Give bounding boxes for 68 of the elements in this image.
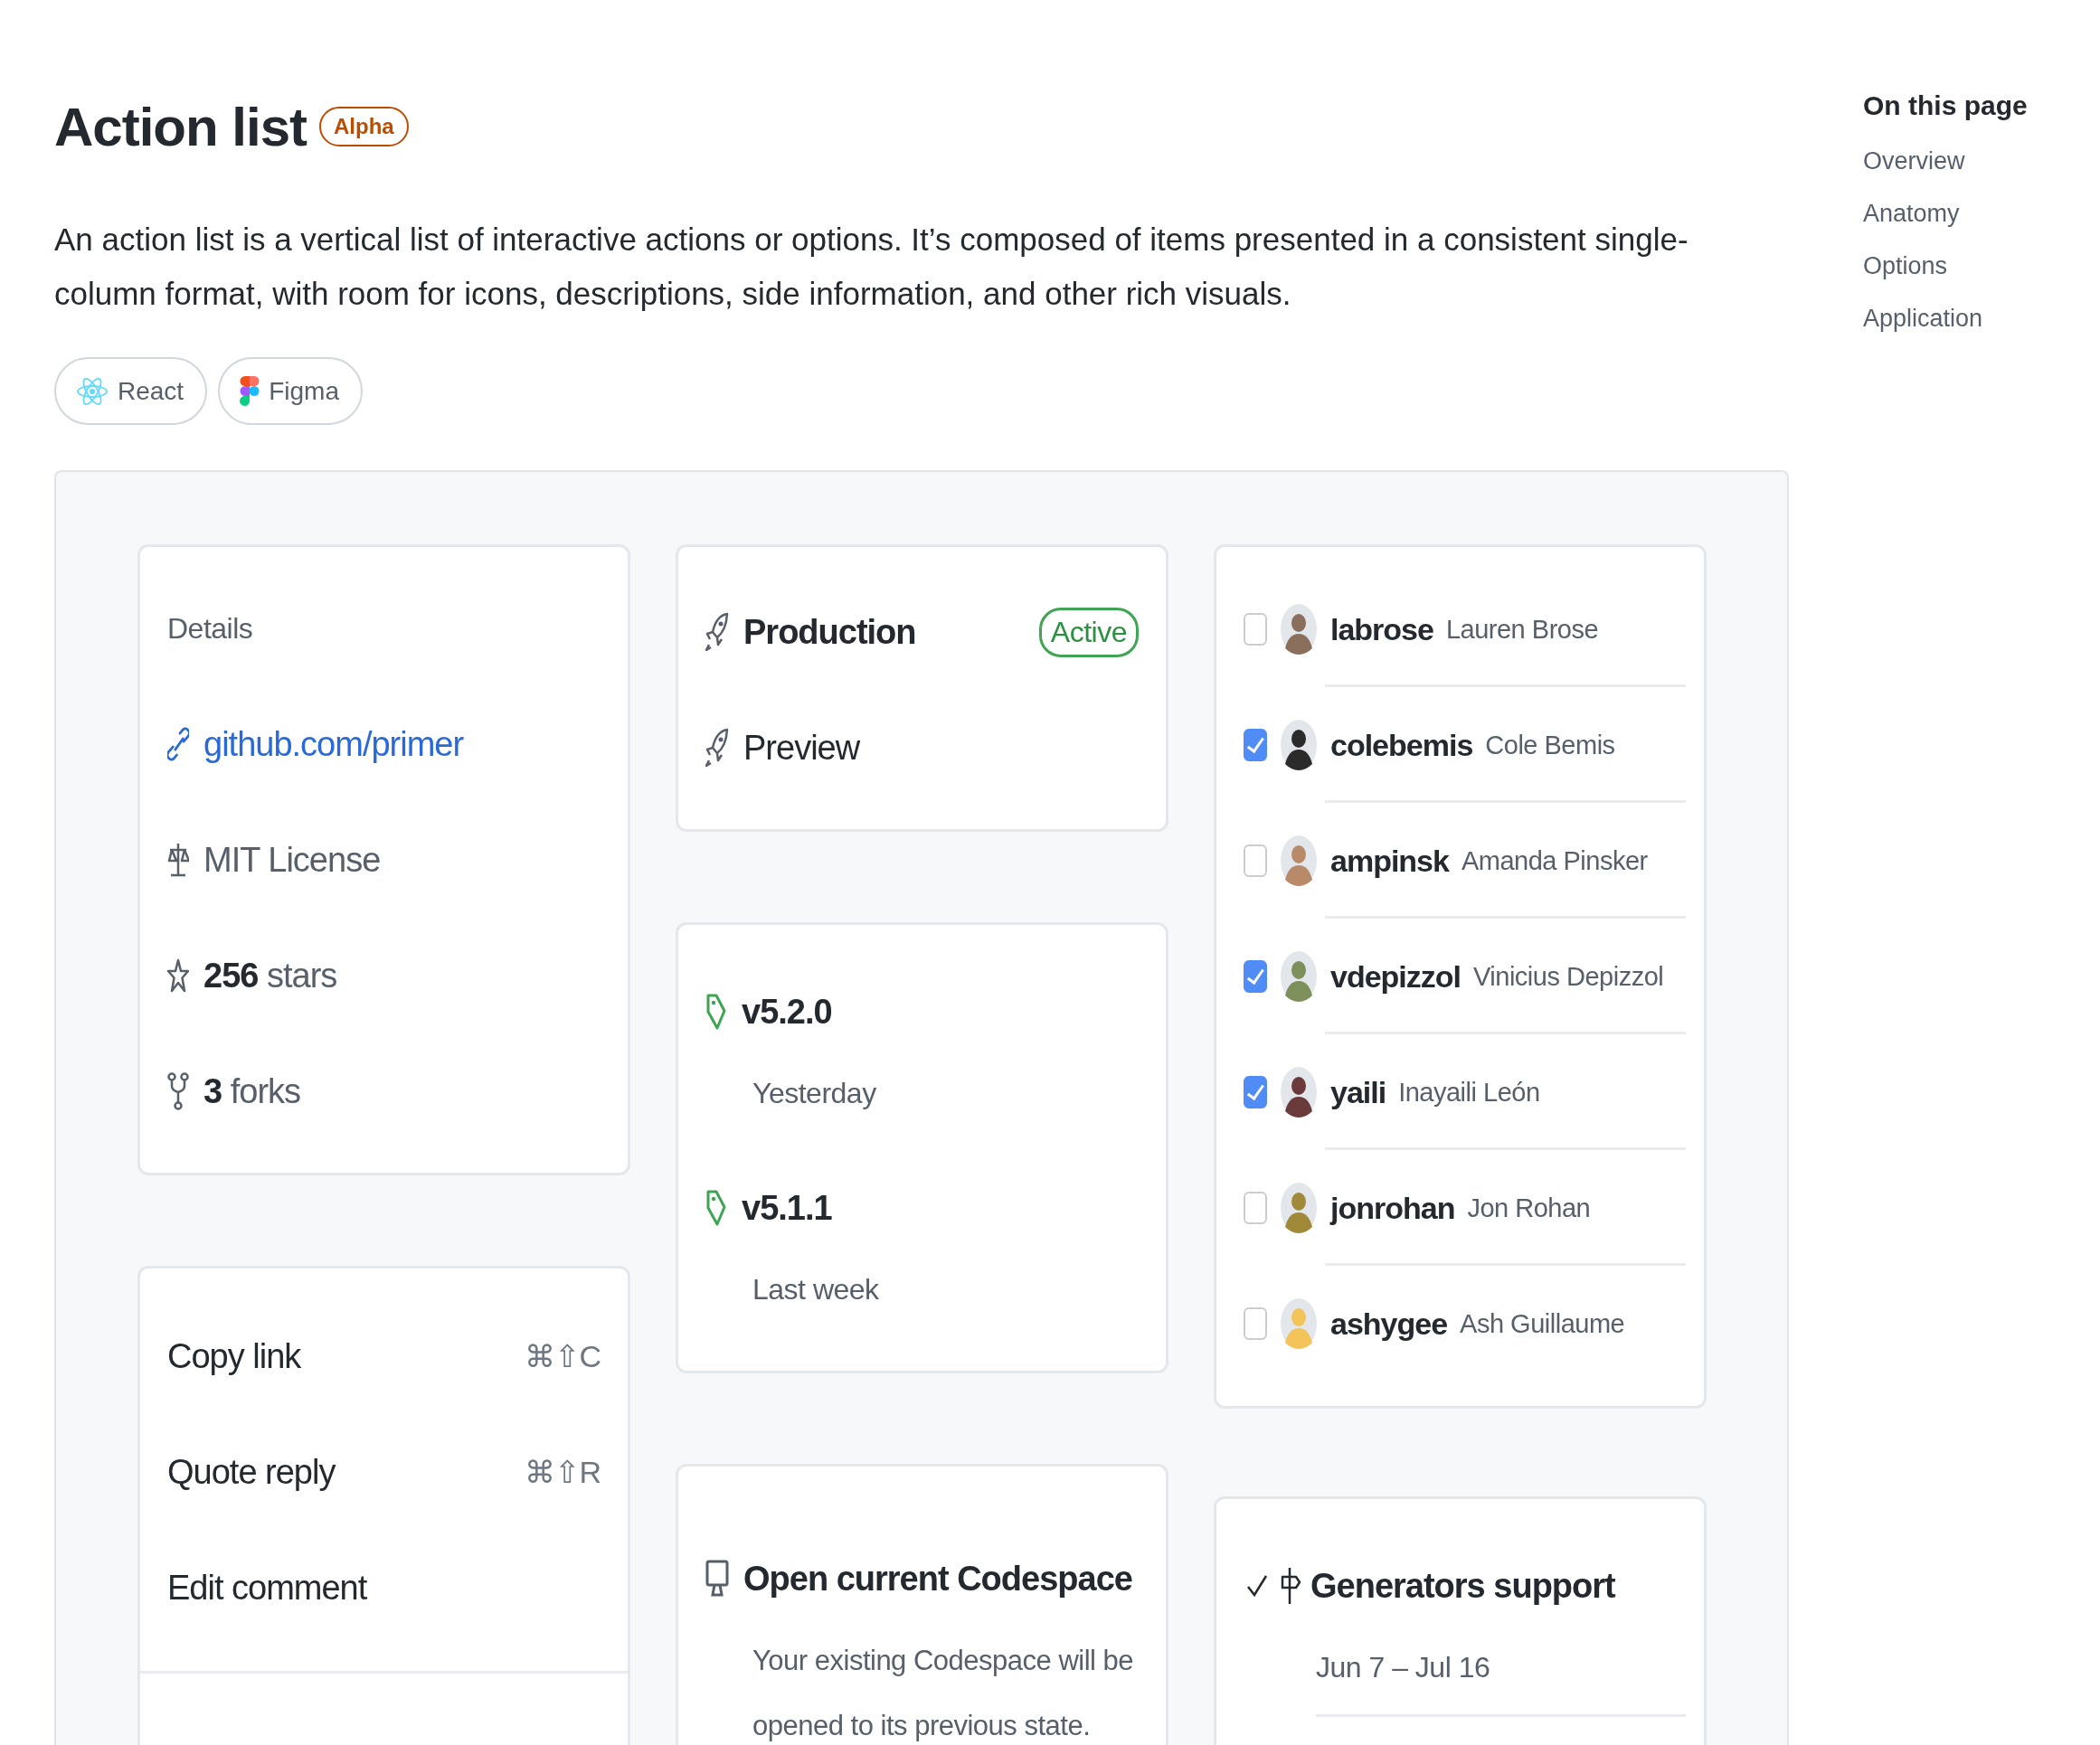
link-icon xyxy=(167,726,189,762)
item-title[interactable]: Open current Codespace xyxy=(743,1559,1132,1599)
star-icon xyxy=(167,957,189,994)
avatar xyxy=(1280,603,1318,656)
avatar xyxy=(1280,719,1318,771)
toc-link[interactable]: Options xyxy=(1863,240,2028,292)
status-label: Active xyxy=(1038,607,1139,657)
section-heading: Details xyxy=(167,611,253,646)
rocket-icon xyxy=(705,728,729,768)
rocket-icon xyxy=(705,612,729,652)
monitor-icon xyxy=(705,1560,729,1598)
user-name: Vinicius Depizzol xyxy=(1473,961,1664,992)
user-name: Jon Rohan xyxy=(1467,1193,1591,1223)
item-description: Your existing Codespace will be opened to its previous state. xyxy=(752,1644,1135,1743)
checkbox[interactable] xyxy=(1244,613,1267,646)
release-version[interactable]: v5.1.1 xyxy=(742,1188,832,1228)
checkbox[interactable] xyxy=(1244,844,1267,877)
environment-name[interactable]: Preview xyxy=(743,728,860,768)
checkbox[interactable] xyxy=(1244,1192,1267,1224)
toc-link[interactable]: Application xyxy=(1863,292,2028,344)
toc-heading: On this page xyxy=(1863,90,2028,121)
user-login: vdepizzol xyxy=(1330,958,1461,995)
avatar xyxy=(1280,1297,1318,1350)
menu-item[interactable]: Edit comment xyxy=(167,1530,601,1646)
user-name: Ash Guillaume xyxy=(1460,1308,1625,1339)
avatar xyxy=(1280,835,1318,887)
user-login: colebemis xyxy=(1330,727,1473,763)
release-version[interactable]: v5.2.0 xyxy=(742,992,832,1032)
user-name: Cole Bemis xyxy=(1485,730,1615,760)
user-login: jonrohan xyxy=(1330,1190,1455,1226)
user-login: ampinsk xyxy=(1330,843,1449,879)
link-chip[interactable]: React xyxy=(54,357,208,425)
link-chip[interactable]: Figma xyxy=(218,357,363,425)
milestone-date: Jun 7 – Jul 16 xyxy=(1316,1650,1491,1685)
fork-icon xyxy=(167,1072,189,1110)
item-label: MIT License xyxy=(203,840,381,880)
avatar xyxy=(1280,1066,1318,1118)
toc-link[interactable]: Overview xyxy=(1863,135,2028,187)
user-name: Inayaili León xyxy=(1398,1077,1540,1108)
menu-item[interactable]: Quote reply ⌘⇧R xyxy=(167,1414,601,1530)
avatar xyxy=(1280,1182,1318,1234)
repo-link[interactable]: github.com/primer xyxy=(203,724,464,764)
checkbox[interactable] xyxy=(1244,960,1267,993)
scale-icon xyxy=(167,841,189,879)
item-label: 3 forks xyxy=(203,1071,301,1111)
checkbox[interactable] xyxy=(1244,1307,1267,1340)
milestone-title[interactable]: Generators support xyxy=(1310,1566,1615,1606)
menu-item[interactable]: Copy link ⌘⇧C xyxy=(167,1298,601,1414)
toc-link[interactable]: Anatomy xyxy=(1863,187,2028,240)
status-label: Alpha xyxy=(319,107,409,146)
user-name: Amanda Pinsker xyxy=(1461,845,1648,876)
user-login: labrose xyxy=(1330,611,1433,647)
user-login: yaili xyxy=(1330,1074,1386,1110)
checkbox[interactable] xyxy=(1244,729,1267,761)
user-name: Lauren Brose xyxy=(1445,614,1599,645)
page-title: Action list xyxy=(54,95,307,158)
avatar xyxy=(1280,950,1318,1003)
description: An action list is a vertical list of interactive actions or options. It’s composed of items presented in a consistent single-column format, with room for icons, descriptions, side information, and other rich visuals. xyxy=(54,221,1689,313)
signpost-icon xyxy=(1280,1566,1301,1606)
user-login: ashygee xyxy=(1330,1306,1448,1342)
release-date: Last week xyxy=(752,1272,880,1307)
tag-icon xyxy=(705,993,727,1031)
environment-name[interactable]: Production xyxy=(743,612,916,652)
item-label: 256 stars xyxy=(203,956,337,995)
checkbox[interactable] xyxy=(1244,1076,1267,1108)
tag-icon xyxy=(705,1189,727,1227)
release-date: Yesterday xyxy=(752,1076,877,1111)
figma-logo-icon xyxy=(240,375,260,407)
